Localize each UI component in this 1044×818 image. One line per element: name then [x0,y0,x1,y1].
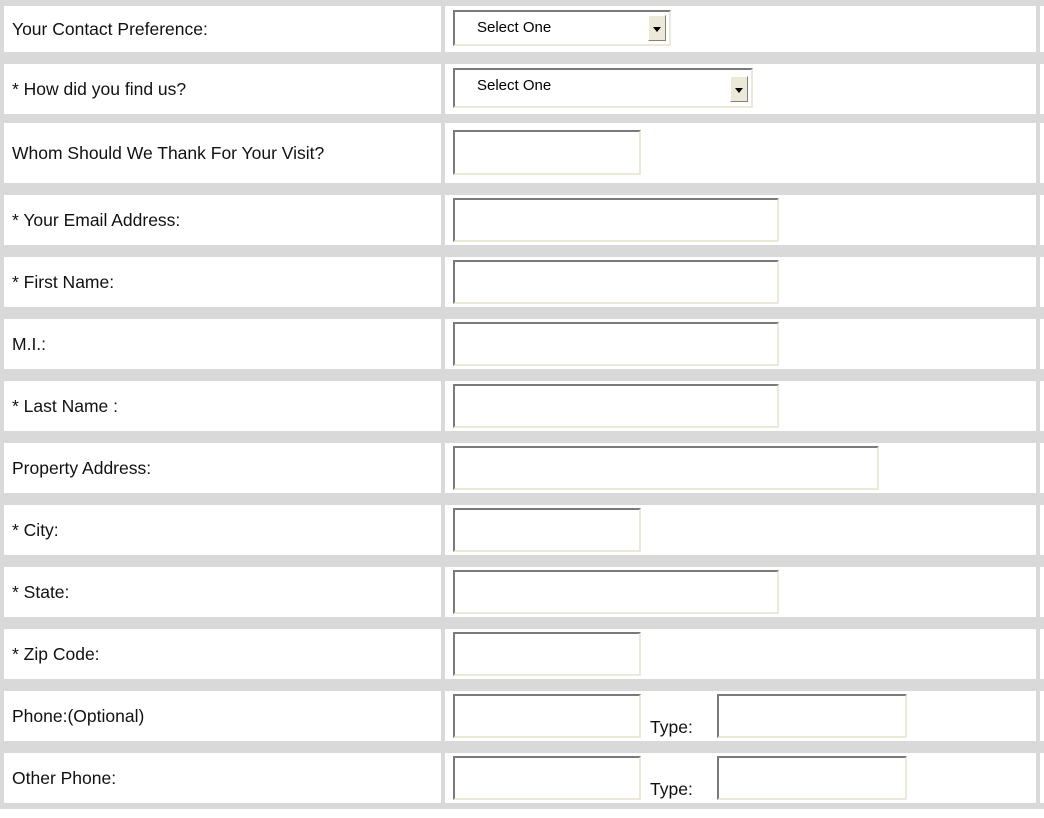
row-city: * City: [0,505,1044,555]
phone-input[interactable] [453,694,641,738]
first-name-input[interactable] [453,260,779,304]
row-how-find: * How did you find us? Select One [0,64,1044,114]
thank-label-cell: Whom Should We Thank For Your Visit? [0,123,445,183]
other-phone-label-cell: Other Phone: [0,753,445,803]
row-divider [0,114,1044,123]
other-phone-type-label: Type: [650,779,693,799]
thank-input[interactable] [453,130,641,175]
zip-label-cell: * Zip Code: [0,629,445,679]
city-input[interactable] [453,508,641,552]
property-address-label-cell: Property Address: [0,443,445,493]
last-name-input[interactable] [453,384,779,428]
email-label: * Your Email Address: [12,210,181,230]
row-zip: * Zip Code: [0,629,1044,679]
phone-type-input[interactable] [717,694,907,738]
city-control-cell [445,505,1040,555]
contact-form: Your Contact Preference: Select One * Ho… [0,0,1044,818]
thank-label: Whom Should We Thank For Your Visit? [12,143,325,163]
row-property-address: Property Address: [0,443,1044,493]
mi-label-cell: M.I.: [0,319,445,369]
state-label: * State: [12,582,70,602]
row-email: * Your Email Address: [0,195,1044,245]
phone-label-cell: Phone:(Optional) [0,691,445,741]
how-find-label-cell: * How did you find us? [0,64,445,114]
chevron-down-icon[interactable] [730,76,748,102]
email-label-cell: * Your Email Address: [0,195,445,245]
city-label: * City: [12,520,59,540]
thank-control-cell [445,123,1040,183]
row-divider [0,803,1044,809]
mi-control-cell [445,319,1040,369]
state-input[interactable] [453,570,779,614]
phone-label: Phone:(Optional) [12,706,145,726]
row-divider [0,307,1044,319]
row-divider [0,52,1044,64]
contact-preference-selected-value: Select One [477,19,552,36]
phone-type-label: Type: [650,717,693,737]
property-address-input[interactable] [453,446,879,490]
row-divider [0,679,1044,691]
how-find-label: * How did you find us? [12,79,187,99]
mi-input[interactable] [453,322,779,366]
row-divider [0,555,1044,567]
row-contact-preference: Your Contact Preference: Select One [0,6,1044,52]
email-field[interactable] [453,198,779,242]
contact-preference-select[interactable]: Select One [453,10,671,46]
zip-label: * Zip Code: [12,644,100,664]
row-mi: M.I.: [0,319,1044,369]
row-divider [0,245,1044,257]
contact-preference-control-cell: Select One [445,6,1040,52]
first-name-label: * First Name: [12,272,115,292]
other-phone-label: Other Phone: [12,768,117,788]
last-name-label-cell: * Last Name : [0,381,445,431]
row-state: * State: [0,567,1044,617]
chevron-down-icon[interactable] [648,15,666,41]
property-address-control-cell [445,443,1040,493]
row-divider [0,617,1044,629]
row-phone: Phone:(Optional) Type: [0,691,1044,741]
row-last-name: * Last Name : [0,381,1044,431]
last-name-control-cell [445,381,1040,431]
zip-code-input[interactable] [453,632,641,676]
row-divider [0,431,1044,443]
other-phone-control-cell: Type: [445,753,1040,803]
row-divider [0,493,1044,505]
how-find-selected-value: Select One [477,77,552,94]
state-control-cell [445,567,1040,617]
row-divider [0,369,1044,381]
mi-label: M.I.: [12,334,47,354]
other-phone-type-input[interactable] [717,756,907,800]
how-find-control-cell: Select One [445,64,1040,114]
state-label-cell: * State: [0,567,445,617]
first-name-control-cell [445,257,1040,307]
email-control-cell [445,195,1040,245]
first-name-label-cell: * First Name: [0,257,445,307]
row-first-name: * First Name: [0,257,1044,307]
row-divider [0,183,1044,195]
other-phone-input[interactable] [453,756,641,800]
row-divider [0,741,1044,753]
row-thank: Whom Should We Thank For Your Visit? [0,123,1044,183]
property-address-label: Property Address: [12,458,152,478]
contact-preference-label-cell: Your Contact Preference: [0,6,445,52]
contact-preference-label: Your Contact Preference: [12,19,208,39]
last-name-label: * Last Name : [12,396,119,416]
phone-control-cell: Type: [445,691,1040,741]
zip-control-cell [445,629,1040,679]
city-label-cell: * City: [0,505,445,555]
row-other-phone: Other Phone: Type: [0,753,1044,803]
how-find-select[interactable]: Select One [453,68,753,108]
